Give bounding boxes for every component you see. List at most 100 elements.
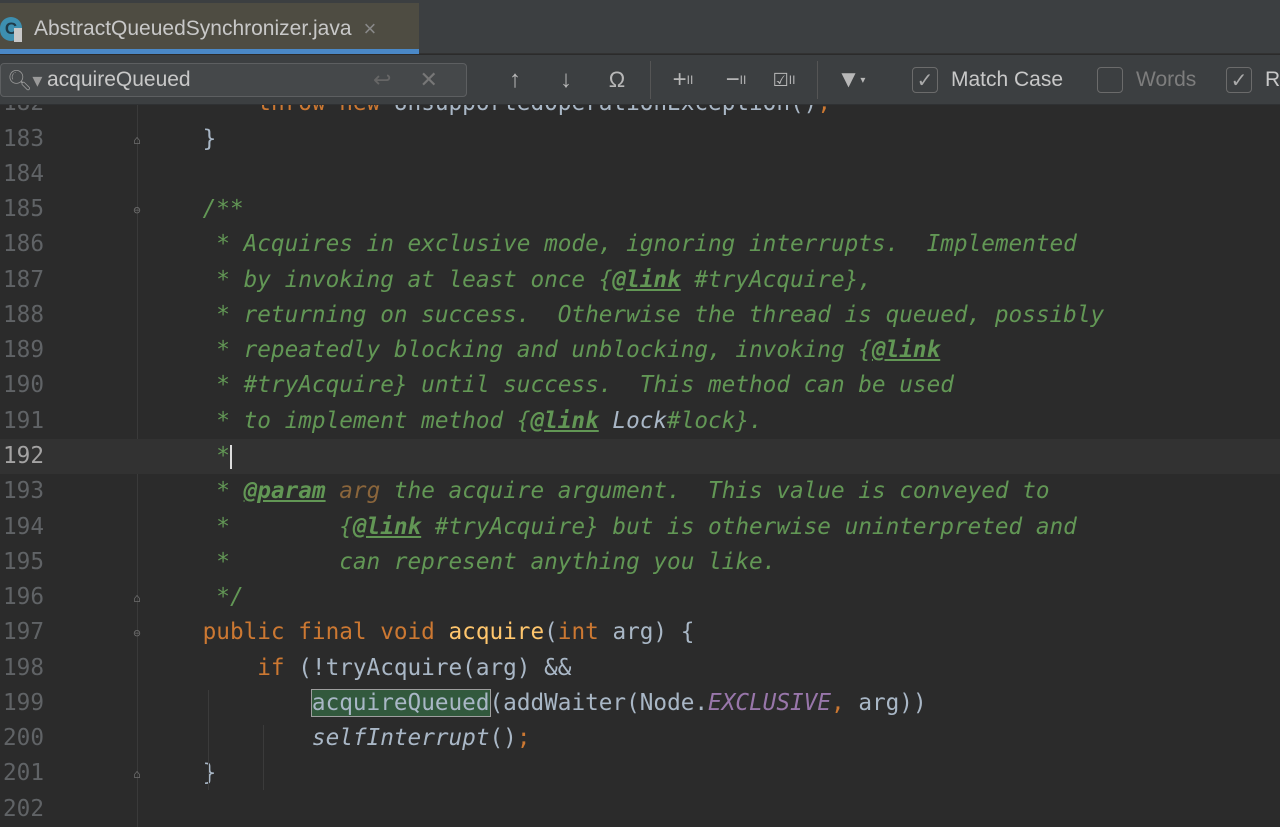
code-line[interactable]: 184 [0,157,1280,192]
add-occurrence-icon[interactable]: + II [665,64,701,96]
indent-guide [208,689,209,790]
code-line[interactable]: 183 ⌂ } [0,122,1280,157]
fold-marker-icon[interactable]: ⌂ [130,591,144,605]
code-token: arg) { [612,619,695,646]
line-number: 184 [3,160,44,187]
code-token: #tryAcquire} but is otherwise uninterpre… [421,513,1077,540]
code-token: * { [148,513,353,540]
fold-marker-icon[interactable]: ⊖ [130,626,144,640]
code-line[interactable]: 191 * to implement method {@link Lock#lo… [0,404,1280,439]
code-line[interactable]: 186 * Acquires in exclusive mode, ignori… [0,227,1280,262]
line-number: 187 [3,266,44,293]
code-text: if (!tryAcquire(arg) && [148,651,571,686]
code-line[interactable]: 200 selfInterrupt(); [0,721,1280,756]
code-text: throw new UnsupportedOperationException(… [148,105,831,122]
code-line[interactable]: 192 * [0,439,1280,475]
code-line[interactable]: 187 * by invoking at least once {@link #… [0,263,1280,298]
code-line[interactable]: 194 * {@link #tryAcquire} but is otherwi… [0,510,1280,545]
code-text: * to implement method {@link Lock#lock}. [148,404,762,439]
search-field: 🔍︎▾ ↩ ✕ [0,63,467,97]
line-number: 195 [3,548,44,575]
code-token: arg [325,478,381,505]
code-token: * Acquires in exclusive mode, ignoring i… [148,231,1077,258]
filter-icon[interactable]: ▼ ▾ [834,64,868,96]
code-token: * returning on success. Otherwise the th… [148,301,1105,328]
code-line[interactable]: 188 * returning on success. Otherwise th… [0,298,1280,333]
code-text: * can represent anything you like. [148,545,776,580]
line-number: 196 [3,584,44,611]
fold-marker-icon[interactable]: ⌂ [130,767,144,781]
code-text: public final void acquire(int arg) { [148,615,695,650]
line-number: 198 [3,654,44,681]
divider [650,61,651,99]
tab-title: AbstractQueuedSynchronizer.java [34,16,352,40]
code-line[interactable]: 202 [0,792,1280,827]
code-token: ( [544,619,558,646]
remove-occurrence-icon[interactable]: − II [718,64,754,96]
code-line[interactable]: 198 if (!tryAcquire(arg) && [0,651,1280,686]
code-text: * #tryAcquire} until success. This metho… [148,368,954,403]
search-history-icon[interactable]: 🔍︎▾ [7,68,47,93]
code-token: () [489,725,517,752]
regex-label: R [1265,68,1280,91]
code-text: * [148,439,232,474]
code-token: Lock [598,407,668,434]
next-occurrence-icon[interactable]: ↓ [551,64,581,96]
line-number: 193 [3,478,44,505]
code-token: , [830,689,859,716]
code-token: /** [148,196,244,223]
code-editor[interactable]: 182 throw new UnsupportedOperationExcept… [0,105,1280,827]
code-token: * [148,478,244,505]
line-number: 189 [3,337,44,364]
select-all-occurrences-icon[interactable]: Ω [600,64,634,96]
fold-marker-icon[interactable]: ⊖ [130,203,144,217]
fold-marker-icon[interactable]: ⌂ [130,133,144,147]
indent-guide [263,725,264,790]
new-line-icon[interactable]: ↩ [373,67,391,93]
select-occurrences-icon[interactable]: ☑ II [766,64,802,96]
code-text: selfInterrupt(); [148,721,531,756]
code-token: (!tryAcquire(arg) && [298,654,572,681]
regex-checkbox[interactable]: ✓ [1226,67,1252,93]
java-class-icon: C [0,14,28,44]
code-token: public final void [148,619,449,646]
code-token: @link [530,407,599,434]
line-number: 182 [0,105,44,122]
code-line[interactable]: 197 ⊖ public final void acquire(int arg) … [0,615,1280,650]
code-text: * by invoking at least once {@link #tryA… [148,263,872,298]
search-match: acquireQueued [310,688,491,717]
code-text: * @param arg the acquire argument. This … [148,474,1049,509]
code-line[interactable]: 196 ⌂ */ [0,580,1280,615]
line-number: 191 [3,407,44,434]
clear-search-icon[interactable]: ✕ [419,67,437,93]
line-number: 201 [3,760,44,787]
code-line[interactable]: 182 throw new UnsupportedOperationExcept… [0,105,1280,122]
match-case-checkbox[interactable]: ✓ [912,67,938,93]
search-input[interactable] [47,68,367,92]
line-number: 186 [3,231,44,258]
previous-occurrence-icon[interactable]: ↑ [500,64,530,96]
code-token: } [148,125,217,152]
code-token: int [557,619,613,646]
words-checkbox[interactable] [1097,67,1123,93]
code-text: * returning on success. Otherwise the th… [148,298,1104,333]
code-line[interactable]: 199 acquireQueued(addWaiter(Node.EXCLUSI… [0,686,1280,721]
code-line[interactable]: 195 * can represent anything you like. [0,545,1280,580]
code-line[interactable]: 185 ⊖ /** [0,192,1280,227]
divider [817,61,818,99]
code-line[interactable]: 189 * repeatedly blocking and unblocking… [0,333,1280,368]
code-token: * can represent anything you like. [148,548,777,575]
close-tab-icon[interactable]: × [364,16,377,42]
code-line[interactable]: 193 * @param arg the acquire argument. T… [0,474,1280,509]
code-token: EXCLUSIVE [708,689,831,716]
line-number: 192 [3,443,44,469]
code-token: (addWaiter(Node. [489,689,709,716]
code-token: acquire [448,619,545,646]
code-line[interactable]: 201 ⌂ } [0,756,1280,791]
code-line[interactable]: 190 * #tryAcquire} until success. This m… [0,368,1280,403]
editor-tab[interactable]: C AbstractQueuedSynchronizer.java × [0,3,419,54]
line-number: 202 [3,795,44,822]
